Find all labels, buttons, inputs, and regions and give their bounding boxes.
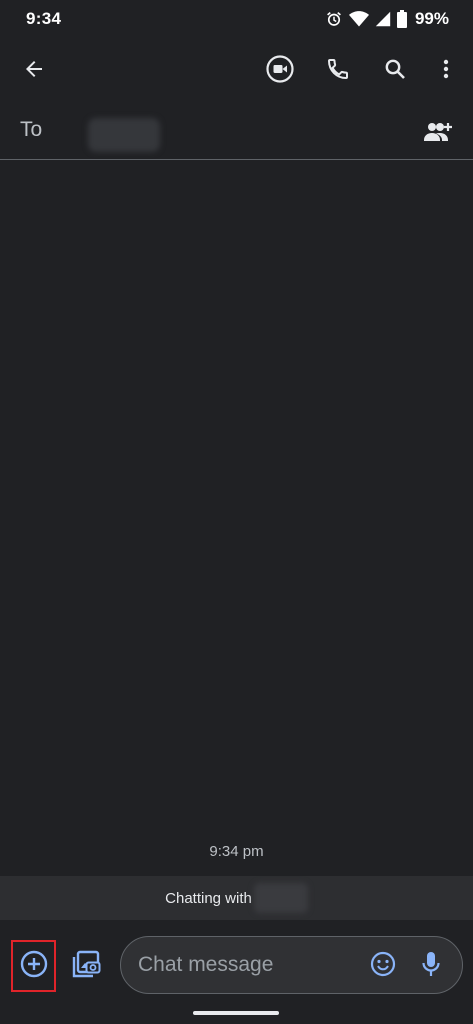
chatting-with-name-redacted	[253, 883, 308, 913]
compose-bar	[0, 928, 473, 1002]
app-bar	[0, 40, 473, 98]
signal-icon	[375, 10, 391, 28]
more-options-button[interactable]	[424, 47, 468, 91]
mic-icon	[421, 951, 441, 982]
chat-message-field[interactable]	[120, 936, 463, 994]
status-time: 9:34	[26, 9, 62, 28]
message-timestamp: 9:34 pm	[209, 843, 264, 860]
status-icons: 99%	[325, 9, 449, 29]
recipient-chip-redacted[interactable]	[88, 118, 160, 152]
back-button[interactable]	[12, 47, 56, 91]
wifi-icon	[348, 10, 369, 28]
search-icon	[383, 57, 407, 81]
emoji-icon	[370, 951, 396, 982]
more-vert-icon	[442, 57, 450, 81]
voice-input-button[interactable]	[409, 944, 453, 988]
to-label: To	[20, 118, 43, 141]
chatting-with-banner: Chatting with	[0, 876, 473, 920]
video-call-button[interactable]	[258, 47, 302, 91]
emoji-button[interactable]	[361, 944, 405, 988]
gesture-nav-handle[interactable]	[193, 1011, 279, 1015]
add-circle-icon	[20, 950, 48, 983]
battery-percentage: 99%	[414, 9, 449, 28]
phone-icon	[326, 57, 350, 81]
add-people-button[interactable]	[416, 110, 460, 154]
back-arrow-icon	[22, 57, 46, 81]
messages-area[interactable]	[0, 161, 473, 876]
add-people-icon	[424, 121, 452, 143]
battery-icon	[396, 10, 407, 28]
status-bar: 9:34 99%	[0, 0, 473, 38]
search-button[interactable]	[373, 47, 417, 91]
alarm-icon	[325, 10, 343, 28]
recipient-row: To	[0, 104, 473, 160]
chatting-with-label: Chatting with	[165, 889, 252, 907]
video-call-icon	[266, 55, 294, 83]
add-attachment-button[interactable]	[11, 940, 56, 992]
gallery-icon	[71, 949, 101, 984]
gallery-button[interactable]	[64, 944, 108, 988]
chat-message-input[interactable]	[138, 937, 348, 993]
phone-call-button[interactable]	[316, 47, 360, 91]
